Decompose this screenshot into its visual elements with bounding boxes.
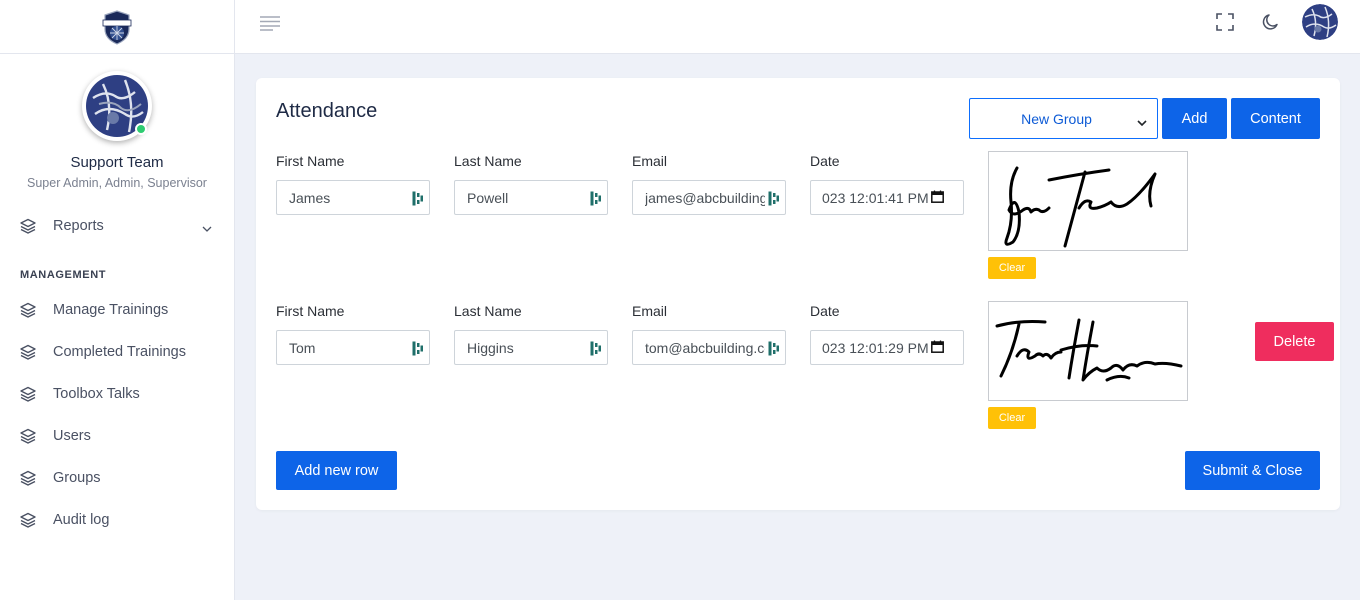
password-manager-icon[interactable] xyxy=(768,341,780,359)
date-value: 023 12:01:41 PM xyxy=(822,189,929,206)
submit-close-button[interactable]: Submit & Close xyxy=(1185,451,1320,490)
sidebar-item-label: Users xyxy=(53,428,91,444)
first-name-value: James xyxy=(289,189,331,206)
sidebar-item-manage-trainings[interactable]: Manage Trainings xyxy=(0,289,234,331)
email-label: Email xyxy=(632,303,668,319)
sidebar-item-groups[interactable]: Groups xyxy=(0,457,234,499)
delete-row-button[interactable]: Delete xyxy=(1255,322,1334,361)
sidebar-item-label: Toolbox Talks xyxy=(53,386,140,402)
signature-pad[interactable] xyxy=(988,151,1188,251)
date-input[interactable]: 023 12:01:41 PM xyxy=(810,180,964,215)
group-select[interactable]: New Group xyxy=(969,98,1158,139)
date-label: Date xyxy=(810,303,840,319)
sidebar-item-completed-trainings[interactable]: Completed Trainings xyxy=(0,331,234,373)
last-name-label: Last Name xyxy=(454,303,522,319)
sidebar-item-users[interactable]: Users xyxy=(0,415,234,457)
last-name-input[interactable]: Higgins xyxy=(454,330,608,365)
user-avatar[interactable] xyxy=(1302,4,1338,40)
email-input[interactable]: james@abcbuilding xyxy=(632,180,786,215)
attendance-card: Attendance New Group Add Content First N… xyxy=(256,78,1340,510)
first-name-input[interactable]: Tom xyxy=(276,330,430,365)
layers-icon xyxy=(20,386,36,402)
layers-icon xyxy=(20,302,36,318)
layers-icon xyxy=(20,470,36,486)
last-name-input[interactable]: Powell xyxy=(454,180,608,215)
password-manager-icon[interactable] xyxy=(412,341,424,359)
signature-pad[interactable] xyxy=(988,301,1188,401)
first-name-value: Tom xyxy=(289,339,316,356)
calendar-icon[interactable] xyxy=(930,340,944,356)
nav-section-management: MANAGEMENT xyxy=(20,269,107,281)
password-manager-icon[interactable] xyxy=(590,191,602,209)
layers-icon xyxy=(20,218,36,234)
sidebar-item-label: Groups xyxy=(53,470,101,486)
password-manager-icon[interactable] xyxy=(590,341,602,359)
date-value: 023 12:01:29 PM xyxy=(822,339,929,356)
clear-signature-button[interactable]: Clear xyxy=(988,407,1036,429)
date-input[interactable]: 023 12:01:29 PM xyxy=(810,330,964,365)
first-name-input[interactable]: James xyxy=(276,180,430,215)
email-label: Email xyxy=(632,153,668,169)
topbar xyxy=(235,0,1360,54)
first-name-label: First Name xyxy=(276,303,345,319)
sidebar-item-reports[interactable]: Reports xyxy=(0,205,234,247)
sidebar-item-label: Audit log xyxy=(53,512,110,528)
last-name-value: Powell xyxy=(467,189,509,206)
layers-icon xyxy=(20,344,36,360)
fullscreen-icon[interactable] xyxy=(1216,13,1234,36)
chevron-down-icon xyxy=(202,220,212,236)
profile-roles: Super Admin, Admin, Supervisor xyxy=(27,176,207,190)
password-manager-icon[interactable] xyxy=(412,191,424,209)
content-button[interactable]: Content xyxy=(1231,98,1320,139)
sidebar-item-label: Manage Trainings xyxy=(53,302,169,318)
profile-name: Support Team xyxy=(70,154,164,171)
signature-drawing xyxy=(1004,166,1157,248)
email-input[interactable]: tom@abcbuilding.co xyxy=(632,330,786,365)
add-button[interactable]: Add xyxy=(1162,98,1227,139)
online-status-dot xyxy=(135,123,147,135)
signature-drawing xyxy=(995,318,1183,382)
layers-icon xyxy=(20,512,36,528)
sidebar-item-toolbox-talks[interactable]: Toolbox Talks xyxy=(0,373,234,415)
profile: Support Team Super Admin, Admin, Supervi… xyxy=(0,54,234,190)
calendar-icon[interactable] xyxy=(930,190,944,206)
page-title: Attendance xyxy=(276,100,378,122)
allsafe-logo[interactable] xyxy=(101,8,133,46)
add-new-row-button[interactable]: Add new row xyxy=(276,451,397,490)
sidebar-item-label: Completed Trainings xyxy=(53,344,186,360)
date-label: Date xyxy=(810,153,840,169)
email-value: tom@abcbuilding.co xyxy=(645,339,765,356)
email-value: james@abcbuilding xyxy=(645,189,765,206)
logo-bar xyxy=(0,0,234,54)
last-name-value: Higgins xyxy=(467,339,514,356)
first-name-label: First Name xyxy=(276,153,345,169)
sidebar-item-audit-log[interactable]: Audit log xyxy=(0,499,234,541)
sidebar-item-label: Reports xyxy=(53,218,104,234)
layers-icon xyxy=(20,428,36,444)
last-name-label: Last Name xyxy=(454,153,522,169)
sidebar: Support Team Super Admin, Admin, Supervi… xyxy=(0,0,235,600)
clear-signature-button[interactable]: Clear xyxy=(988,257,1036,279)
password-manager-icon[interactable] xyxy=(768,191,780,209)
profile-avatar[interactable] xyxy=(82,71,152,141)
menu-icon[interactable] xyxy=(259,14,281,37)
moon-icon[interactable] xyxy=(1262,13,1280,36)
